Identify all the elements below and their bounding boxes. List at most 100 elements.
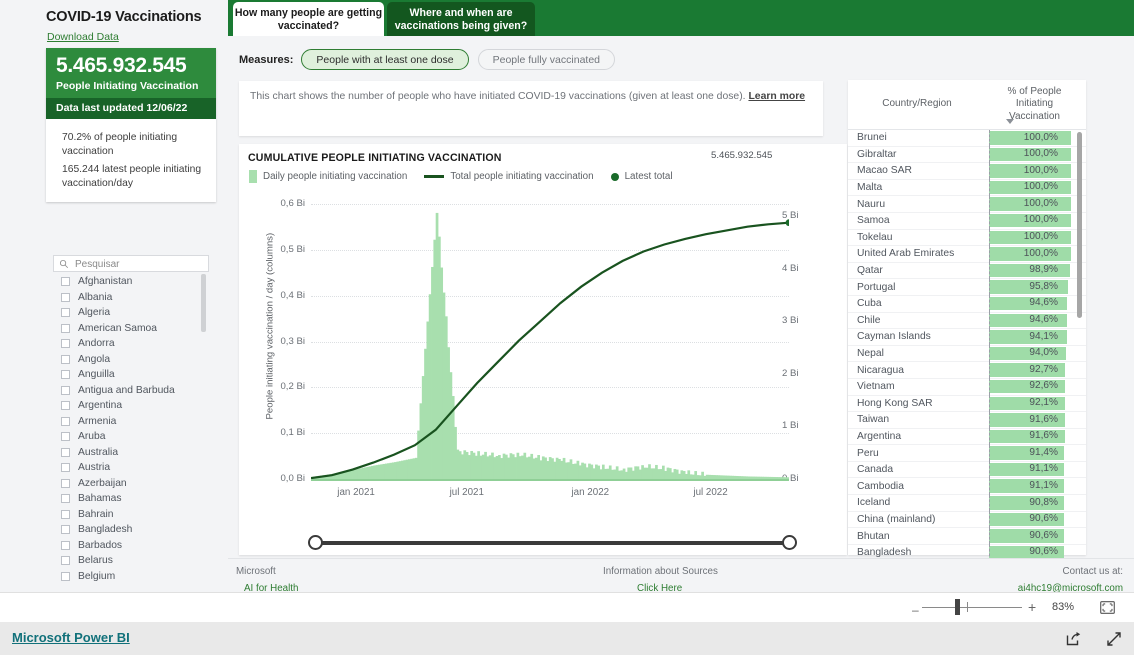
- country-filter-item[interactable]: Azerbaijan: [53, 476, 209, 492]
- table-row[interactable]: Vietnam 92,6%: [848, 378, 1086, 396]
- country-checkbox[interactable]: [61, 463, 70, 473]
- footer-ai-for-health-link[interactable]: AI for Health: [244, 583, 298, 592]
- table-cell-country: Malta: [857, 182, 883, 194]
- measure-option-fully-vaccinated[interactable]: People fully vaccinated: [477, 49, 616, 70]
- country-checkbox[interactable]: [61, 509, 70, 519]
- table-row[interactable]: Nepal 94,0%: [848, 345, 1086, 363]
- table-row[interactable]: Brunei 100,0%: [848, 129, 1086, 147]
- zoom-slider-track[interactable]: [922, 606, 1022, 608]
- fit-to-screen-icon[interactable]: [1100, 601, 1115, 614]
- learn-more-link[interactable]: Learn more: [748, 91, 805, 102]
- country-filter-item[interactable]: Anguilla: [53, 367, 209, 383]
- country-checkbox[interactable]: [61, 447, 70, 457]
- daily-bar: [666, 467, 670, 479]
- country-checkbox[interactable]: [61, 494, 70, 504]
- country-checkbox[interactable]: [61, 401, 70, 411]
- country-filter-item[interactable]: Armenia: [53, 414, 209, 430]
- table-row[interactable]: China (mainland) 90,6%: [848, 511, 1086, 529]
- country-checkbox[interactable]: [61, 571, 70, 581]
- daily-bar: [465, 451, 469, 479]
- country-filter-item[interactable]: Austria: [53, 460, 209, 476]
- footer-contact-email[interactable]: ai4hc19@microsoft.com: [963, 583, 1123, 592]
- daily-bar: [463, 450, 467, 479]
- table-scroll-thumb[interactable]: [1077, 132, 1082, 318]
- table-row[interactable]: Samoa 100,0%: [848, 212, 1086, 230]
- country-list-scrollbar[interactable]: [201, 274, 206, 590]
- table-row[interactable]: Qatar 98,9%: [848, 262, 1086, 280]
- footer-click-here-link[interactable]: Click Here: [637, 583, 682, 592]
- country-filter-item[interactable]: Belarus: [53, 553, 209, 569]
- tab-how-many-people[interactable]: How many people are getting vaccinated?: [233, 2, 384, 38]
- measure-option-at-least-one-dose[interactable]: People with at least one dose: [301, 49, 469, 70]
- table-row[interactable]: Cambodia 91,1%: [848, 477, 1086, 496]
- date-range-slider-track[interactable]: [315, 541, 789, 545]
- country-filter-item[interactable]: Australia: [53, 445, 209, 461]
- country-checkbox[interactable]: [61, 292, 70, 302]
- table-row[interactable]: Macao SAR 100,0%: [848, 162, 1086, 180]
- table-row[interactable]: Cuba 94,6%: [848, 295, 1086, 313]
- country-filter-item[interactable]: Bahrain: [53, 507, 209, 523]
- table-scrollbar[interactable]: [1077, 132, 1082, 547]
- table-row[interactable]: Bhutan 90,6%: [848, 527, 1086, 545]
- country-filter-item[interactable]: Antigua and Barbuda: [53, 383, 209, 399]
- country-checkbox[interactable]: [61, 416, 70, 426]
- country-filter-item[interactable]: Bangladesh: [53, 522, 209, 538]
- table-row[interactable]: Taiwan 91,6%: [848, 411, 1086, 429]
- country-filter-item[interactable]: Angola: [53, 352, 209, 368]
- table-header-country[interactable]: Country/Region: [848, 80, 986, 129]
- country-checkbox[interactable]: [61, 354, 70, 364]
- table-row[interactable]: Chile 94,6%: [848, 312, 1086, 330]
- table-row[interactable]: Gibraltar 100,0%: [848, 146, 1086, 164]
- country-search-input[interactable]: Pesquisar: [53, 255, 209, 272]
- share-icon[interactable]: [1066, 631, 1082, 647]
- date-range-slider-handle-left[interactable]: [308, 535, 323, 550]
- table-row[interactable]: Cayman Islands 94,1%: [848, 328, 1086, 346]
- table-row[interactable]: Hong Kong SAR 92,1%: [848, 395, 1086, 413]
- country-checkbox[interactable]: [61, 308, 70, 318]
- country-list-scroll-thumb[interactable]: [201, 274, 206, 332]
- country-checkbox[interactable]: [61, 525, 70, 535]
- country-checkbox[interactable]: [61, 370, 70, 380]
- zoom-in-button[interactable]: +: [1028, 599, 1036, 615]
- table-row[interactable]: Peru 91,4%: [848, 444, 1086, 462]
- country-filter-list[interactable]: Afghanistan Albania Algeria American Samoa A…: [53, 274, 209, 590]
- country-filter-item[interactable]: Albania: [53, 290, 209, 306]
- daily-bar: [458, 451, 462, 479]
- table-row[interactable]: United Arab Emirates 100,0%: [848, 245, 1086, 263]
- country-checkbox[interactable]: [61, 339, 70, 349]
- country-label: Albania: [78, 291, 113, 303]
- country-filter-item[interactable]: Andorra: [53, 336, 209, 352]
- country-checkbox[interactable]: [61, 323, 70, 333]
- download-data-link[interactable]: Download Data: [47, 31, 119, 43]
- table-row[interactable]: Portugal 95,8%: [848, 278, 1086, 296]
- table-header-percentage[interactable]: % of People Initiating Vaccination: [986, 80, 1077, 129]
- country-checkbox[interactable]: [61, 277, 70, 287]
- table-row[interactable]: Nauru 100,0%: [848, 195, 1086, 213]
- date-range-slider-handle-right[interactable]: [782, 535, 797, 550]
- country-filter-item[interactable]: Barbados: [53, 538, 209, 554]
- table-row[interactable]: Malta 100,0%: [848, 179, 1086, 197]
- chart-plot-area[interactable]: [310, 204, 793, 480]
- country-filter-item[interactable]: Aruba: [53, 429, 209, 445]
- country-checkbox[interactable]: [61, 432, 70, 442]
- table-row[interactable]: Argentina 91,6%: [848, 428, 1086, 446]
- zoom-slider-thumb[interactable]: [955, 599, 960, 615]
- country-checkbox[interactable]: [61, 556, 70, 566]
- country-filter-item[interactable]: Belgium: [53, 569, 209, 585]
- country-filter-item[interactable]: Afghanistan: [53, 274, 209, 290]
- country-filter-item[interactable]: American Samoa: [53, 321, 209, 337]
- table-row[interactable]: Canada 91,1%: [848, 461, 1086, 479]
- table-row[interactable]: Nicaragua 92,7%: [848, 361, 1086, 379]
- microsoft-power-bi-link[interactable]: Microsoft Power BI: [12, 630, 130, 645]
- table-row[interactable]: Tokelau 100,0%: [848, 229, 1086, 247]
- country-checkbox[interactable]: [61, 385, 70, 395]
- country-filter-item[interactable]: Argentina: [53, 398, 209, 414]
- zoom-out-button[interactable]: –: [912, 603, 919, 617]
- country-checkbox[interactable]: [61, 478, 70, 488]
- country-checkbox[interactable]: [61, 540, 70, 550]
- tab-where-and-when[interactable]: Where and when are vaccinations being gi…: [387, 2, 535, 38]
- fullscreen-icon[interactable]: [1106, 631, 1122, 647]
- country-filter-item[interactable]: Algeria: [53, 305, 209, 321]
- country-filter-item[interactable]: Bahamas: [53, 491, 209, 507]
- table-row[interactable]: Iceland 90,8%: [848, 494, 1086, 512]
